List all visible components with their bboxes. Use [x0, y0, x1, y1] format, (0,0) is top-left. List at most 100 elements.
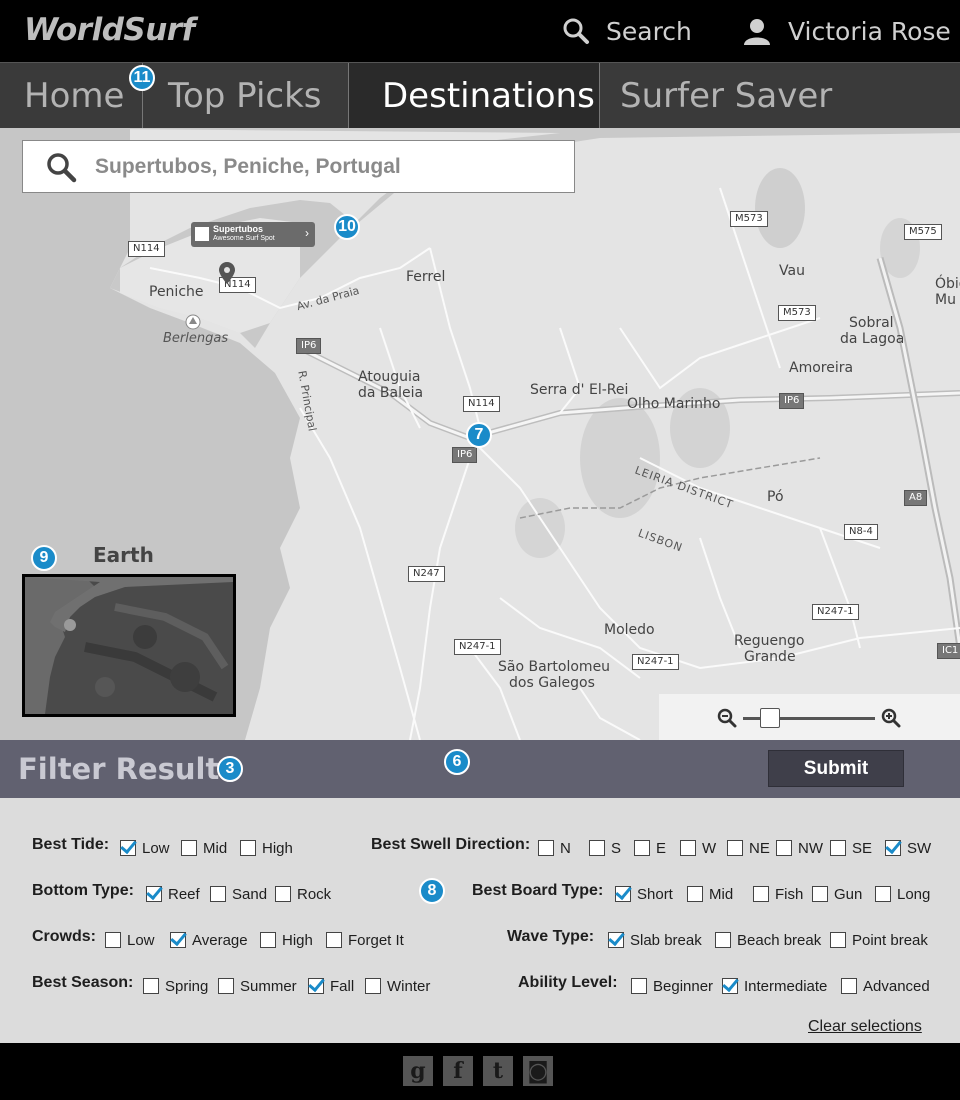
nav-home[interactable]: Home — [0, 63, 142, 129]
best-season-option-fall[interactable]: Fall — [308, 976, 354, 996]
checkbox[interactable] — [830, 932, 846, 948]
board-type-option-gun[interactable]: Gun — [812, 884, 862, 904]
map-search-input[interactable] — [95, 154, 555, 179]
board-type-option-long[interactable]: Long — [875, 884, 930, 904]
wave-type-option-beach-break[interactable]: Beach break — [715, 930, 821, 950]
checkbox[interactable] — [753, 886, 769, 902]
checkbox[interactable] — [841, 978, 857, 994]
checkbox[interactable] — [218, 978, 234, 994]
crowds-option-average[interactable]: Average — [170, 930, 248, 950]
checkbox[interactable] — [812, 886, 828, 902]
checkbox[interactable] — [634, 840, 650, 856]
checkbox[interactable] — [615, 886, 631, 902]
ability-level-option-advanced[interactable]: Advanced — [841, 976, 930, 996]
checkbox[interactable] — [326, 932, 342, 948]
checkbox-label: Rock — [297, 885, 332, 903]
best-tide-option-high[interactable]: High — [240, 838, 293, 858]
spot-callout-title: Supertubos — [213, 224, 264, 234]
facebook-icon[interactable]: f — [443, 1056, 473, 1086]
map-view[interactable]: N114 N114 N114 IP6 IP6 IP6 M573 M573 M57… — [0, 128, 960, 740]
checkbox[interactable] — [830, 840, 846, 856]
road-label: N114 — [463, 396, 500, 412]
place-label: Peniche — [149, 284, 204, 300]
checkbox[interactable] — [105, 932, 121, 948]
checkbox-label: S — [611, 839, 622, 857]
board-type-option-short[interactable]: Short — [615, 884, 673, 904]
checkbox-label: Beach break — [737, 931, 822, 949]
crowds-option-forget-it[interactable]: Forget It — [326, 930, 404, 950]
bottom-type-option-reef[interactable]: Reef — [146, 884, 200, 904]
submit-button[interactable]: Submit — [768, 750, 904, 787]
swell-direction-option-s[interactable]: S — [589, 838, 621, 858]
nav-destinations[interactable]: Destinations — [349, 63, 599, 129]
swell-direction-option-se[interactable]: SE — [830, 838, 872, 858]
checkbox-label: Gun — [834, 885, 863, 903]
checkbox[interactable] — [120, 840, 136, 856]
user-profile-button[interactable]: Victoria Rose — [742, 14, 951, 48]
swell-direction-option-e[interactable]: E — [634, 838, 666, 858]
zoom-in-icon[interactable] — [881, 708, 901, 728]
swell-direction-option-ne[interactable]: NE — [727, 838, 770, 858]
zoom-slider-thumb[interactable] — [759, 708, 780, 728]
header-search-button[interactable]: Search — [562, 14, 692, 48]
ability-level-option-beginner[interactable]: Beginner — [631, 976, 713, 996]
checkbox[interactable] — [260, 932, 276, 948]
checkbox[interactable] — [875, 886, 891, 902]
wave-type-option-point-break[interactable]: Point break — [830, 930, 928, 950]
road-label: N247-1 — [454, 639, 501, 655]
earth-view-thumbnail[interactable] — [22, 574, 236, 717]
ability-level-option-intermediate[interactable]: Intermediate — [722, 976, 827, 996]
checkbox[interactable] — [715, 932, 731, 948]
map-search-box[interactable] — [22, 140, 575, 193]
checkbox[interactable] — [143, 978, 159, 994]
swell-direction-option-sw[interactable]: SW — [885, 838, 931, 858]
checkbox[interactable] — [589, 840, 605, 856]
swell-direction-option-w[interactable]: W — [680, 838, 716, 858]
checkbox[interactable] — [210, 886, 226, 902]
bottom-type-option-rock[interactable]: Rock — [275, 884, 331, 904]
board-type-option-fish[interactable]: Fish — [753, 884, 803, 904]
checkbox[interactable] — [722, 978, 738, 994]
best-season-option-winter[interactable]: Winter — [365, 976, 430, 996]
swell-direction-option-n[interactable]: N — [538, 838, 571, 858]
app-logo[interactable]: WorldSurf — [24, 12, 195, 48]
best-tide-option-low[interactable]: Low — [120, 838, 170, 858]
checkbox[interactable] — [687, 886, 703, 902]
best-season-option-spring[interactable]: Spring — [143, 976, 208, 996]
wave-type-option-slab-break[interactable]: Slab break — [608, 930, 702, 950]
zoom-out-icon[interactable] — [717, 708, 737, 728]
instagram-icon[interactable]: ◙ — [523, 1056, 553, 1086]
checkbox[interactable] — [608, 932, 624, 948]
checkbox[interactable] — [631, 978, 647, 994]
checkbox-label: Low — [127, 931, 155, 949]
crowds-option-high[interactable]: High — [260, 930, 313, 950]
checkbox[interactable] — [727, 840, 743, 856]
checkbox[interactable] — [308, 978, 324, 994]
checkbox[interactable] — [538, 840, 554, 856]
checkbox[interactable] — [170, 932, 186, 948]
checkbox[interactable] — [181, 840, 197, 856]
best-season-option-summer[interactable]: Summer — [218, 976, 297, 996]
checkbox[interactable] — [275, 886, 291, 902]
checkbox-label: SW — [907, 839, 932, 857]
checkbox-label: Advanced — [863, 977, 930, 995]
twitter-icon[interactable]: t — [483, 1056, 513, 1086]
best-tide-option-mid[interactable]: Mid — [181, 838, 227, 858]
nav-surfer-saver[interactable]: Surfer Saver — [600, 63, 960, 129]
checkbox[interactable] — [680, 840, 696, 856]
checkbox[interactable] — [240, 840, 256, 856]
bottom-type-option-sand[interactable]: Sand — [210, 884, 267, 904]
board-type-option-mid[interactable]: Mid — [687, 884, 733, 904]
crowds-option-low[interactable]: Low — [105, 930, 155, 950]
checkbox[interactable] — [885, 840, 901, 856]
map-pin-icon[interactable] — [219, 262, 235, 284]
annotation-badge: 3 — [217, 756, 243, 782]
checkbox[interactable] — [146, 886, 162, 902]
google-plus-icon[interactable]: g — [403, 1056, 433, 1086]
nav-top-picks[interactable]: Top Picks — [143, 63, 348, 129]
swell-direction-option-nw[interactable]: NW — [776, 838, 823, 858]
spot-callout[interactable]: Supertubos Awesome Surf Spot › — [191, 222, 315, 247]
checkbox[interactable] — [776, 840, 792, 856]
clear-selections-link[interactable]: Clear selections — [808, 1018, 922, 1036]
checkbox[interactable] — [365, 978, 381, 994]
